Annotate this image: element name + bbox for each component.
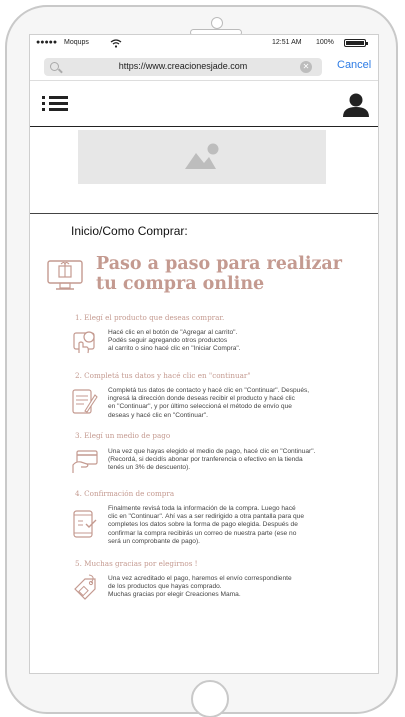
page-heading-line1: Paso a paso para realizar [96,254,342,274]
phone-check-icon [71,509,99,538]
clear-icon[interactable]: ✕ [300,61,312,73]
phone-frame: ●●●●● Moqups 12:51 AM 100% https://www.c… [5,5,398,717]
user-account-icon[interactable] [342,93,370,117]
form-icon [71,387,99,415]
step-4-text: Finalmente revisá toda la información de… [108,505,305,545]
hamburger-menu-icon[interactable] [42,96,68,112]
battery-icon [344,39,368,47]
step-2-title: 2. Completá tus datos y hacé clic en "co… [75,371,251,380]
step-5-text: Una vez acreditado el pago, haremos el e… [108,575,292,599]
cancel-button[interactable]: Cancel [337,59,371,71]
tap-product-icon [71,327,99,355]
home-button[interactable] [191,680,229,717]
step-3-text: Una vez que hayas elegido el medio de pa… [108,448,316,472]
page-heading-line2: tu compra online [96,274,265,294]
online-shop-monitor-icon [47,258,85,292]
gift-tag-icon [71,573,99,601]
image-placeholder-icon [185,143,219,169]
carrier-label: Moqups [64,39,89,46]
screen: ●●●●● Moqups 12:51 AM 100% https://www.c… [29,34,379,674]
step-1-text: Hacé clic en el botón de "Agregar al car… [108,329,241,353]
front-camera [211,17,223,29]
step-2-text: Completá tus datos de contacto y hacé cl… [108,387,310,419]
url-text[interactable]: https://www.creacionesjade.com [44,61,322,71]
site-header [30,80,378,127]
card-payment-icon [71,447,99,475]
wifi-icon [110,39,122,50]
banner-image-placeholder [78,130,326,184]
breadcrumb[interactable]: Inicio/Como Comprar: [71,224,188,238]
address-bar[interactable]: https://www.creacionesjade.com ✕ [44,58,322,76]
clock: 12:51 AM [272,39,302,46]
step-3-title: 3. Elegí un medio de pago [75,431,171,440]
page-heading: Paso a paso para realizar tu compra onli… [96,254,342,294]
step-1-title: 1. Elegí el producto que deseas comprar. [75,313,225,322]
signal-dots-icon: ●●●●● [36,39,58,46]
step-5-title: 5. Muchas gracias por elegirnos ! [75,559,198,568]
section-divider [30,213,378,214]
step-4-title: 4. Confirmación de compra [75,489,175,498]
status-bar: ●●●●● Moqups 12:51 AM 100% [30,35,378,51]
battery-percent: 100% [316,39,334,46]
